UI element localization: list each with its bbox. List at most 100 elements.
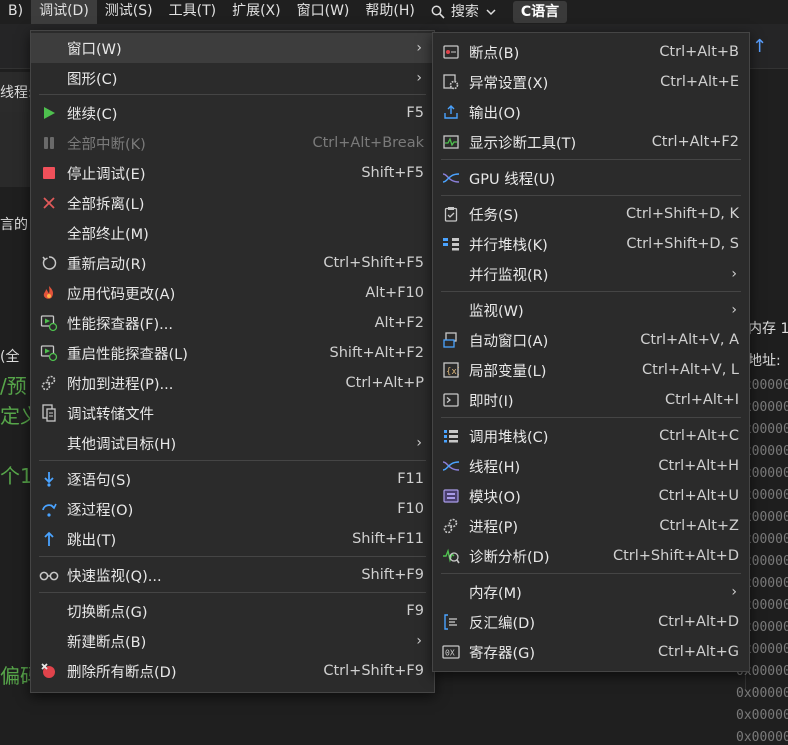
menu-item-registers[interactable]: 0X 寄存器(G) Ctrl+Alt+G [433,637,749,667]
menu-tools[interactable]: 工具(T) [161,0,224,24]
menu-item-other-debug-targets[interactable]: 其他调试目标(H) › [31,428,434,458]
menu-debug[interactable]: 调试(D) [31,0,97,24]
gears-icon [31,368,67,398]
breakpoints-window-icon [433,37,469,67]
parallel-stacks-icon [433,229,469,259]
menu-item-quick-watch[interactable]: 快速监视(Q)... Shift+F9 [31,560,434,590]
menu-item-detach-all[interactable]: 全部拆离(L) [31,188,434,218]
menu-item-diagnostic-analysis[interactable]: 诊断分析(D) Ctrl+Shift+Alt+D [433,541,749,571]
menu-item-window[interactable]: 窗口(W) › [31,33,434,63]
menu-item-call-stack[interactable]: 调用堆栈(C) Ctrl+Alt+C [433,421,749,451]
chevron-right-icon: › [731,584,737,600]
play-icon [31,98,67,128]
menu-item-processes[interactable]: 进程(P) Ctrl+Alt+Z [433,511,749,541]
memory-hex-row: 0x00000 [736,708,788,723]
menu-item-parallel-watch[interactable]: 并行监视(R) › [433,259,749,289]
menu-item-delete-all-breakpoints[interactable]: 删除所有断点(D) Ctrl+Shift+F9 [31,656,434,686]
menu-item-terminate-all[interactable]: 全部终止(M) [31,218,434,248]
modules-icon [433,481,469,511]
autos-icon [433,325,469,355]
menu-item-toggle-breakpoint[interactable]: 切换断点(G) F9 [31,596,434,626]
menu-test[interactable]: 测试(S) [97,0,161,24]
gears-icon [433,511,469,541]
menu-item-attach-to-process[interactable]: 附加到进程(P)... Ctrl+Alt+P [31,368,434,398]
profiler-icon [31,308,67,338]
side-panel [0,112,30,187]
menu-item-continue[interactable]: 继续(C) F5 [31,98,434,128]
left-fragment-1: 言的 [0,217,28,233]
hot-reload-icon [31,278,67,308]
pause-icon [31,128,67,158]
menu-item-stop-debugging[interactable]: 停止调试(E) Shift+F5 [31,158,434,188]
left-fragment-2: (全 [0,349,20,365]
menu-help[interactable]: 帮助(H) [357,0,422,24]
menu-window[interactable]: 窗口(W) [289,0,358,24]
stop-icon [31,158,67,188]
step-into-icon [31,464,67,494]
search-icon [431,5,445,19]
menu-item-output[interactable]: 输出(O) [433,97,749,127]
step-over-icon [31,494,67,524]
debug-menu: 窗口(W) › 图形(C) › 继续(C) F5 全部中断(K) Ctrl+Alt+Br… [30,30,435,693]
diagnostic-tools-icon [433,127,469,157]
menu-item-parallel-stacks[interactable]: 并行堆栈(K) Ctrl+Shift+D, S [433,229,749,259]
menu-item-threads[interactable]: 线程(H) Ctrl+Alt+H [433,451,749,481]
window-submenu: 断点(B) Ctrl+Alt+B 异常设置(X) Ctrl+Alt+E 输出(O) … [432,32,750,672]
arrow-up-icon[interactable]: ↑ [752,36,767,57]
menu-item-immediate[interactable]: 即时(I) Ctrl+Alt+I [433,385,749,415]
menu-item-restart[interactable]: 重新启动(R) Ctrl+Shift+F5 [31,248,434,278]
svg-text:{x}: {x} [446,367,459,377]
menu-item-watch[interactable]: 监视(W) › [433,295,749,325]
menu-item-graphics[interactable]: 图形(C) › [31,63,434,93]
menu-item-restart-profiler[interactable]: 重启性能探查器(L) Shift+Alt+F2 [31,338,434,368]
step-out-icon [31,524,67,554]
language-badge[interactable]: C语言 [512,1,568,23]
menu-build-fragment[interactable]: B) [0,0,31,24]
gpu-threads-icon [433,163,469,193]
code-line-3: 个1 [0,464,33,488]
close-icon [31,188,67,218]
menu-item-break-all[interactable]: 全部中断(K) Ctrl+Alt+Break [31,128,434,158]
restart-icon [31,248,67,278]
registers-icon: 0X [433,637,469,667]
immediate-icon [433,385,469,415]
code-line-1: /预 [0,374,27,398]
chevron-right-icon: › [731,266,737,282]
menu-item-tasks[interactable]: 任务(S) Ctrl+Shift+D, K [433,199,749,229]
menu-item-performance-profiler[interactable]: 性能探查器(F)... Alt+F2 [31,308,434,338]
menu-bar: B) 调试(D) 测试(S) 工具(T) 扩展(X) 窗口(W) 帮助(H) 搜… [0,0,788,24]
exception-settings-icon [433,67,469,97]
menu-item-disassembly[interactable]: 反汇编(D) Ctrl+Alt+D [433,607,749,637]
menu-item-breakpoints[interactable]: 断点(B) Ctrl+Alt+B [433,37,749,67]
menu-item-memory[interactable]: 内存(M) › [433,577,749,607]
clipboard-icon [433,199,469,229]
menu-item-new-breakpoint[interactable]: 新建断点(B) › [31,626,434,656]
menu-item-modules[interactable]: 模块(O) Ctrl+Alt+U [433,481,749,511]
menu-item-step-into[interactable]: 逐语句(S) F11 [31,464,434,494]
search-label: 搜索 [450,4,479,20]
glasses-icon [31,560,67,590]
menu-item-step-over[interactable]: 逐过程(O) F10 [31,494,434,524]
memory-hex-row: 0x00000 [736,686,788,701]
menu-item-debug-dump[interactable]: 调试转储文件 [31,398,434,428]
svg-text:0X: 0X [445,649,455,658]
menu-item-gpu-threads[interactable]: GPU 线程(U) [433,163,749,193]
menu-item-locals[interactable]: {x} 局部变量(L)Ctrl+Alt+V, L [433,355,749,385]
menu-item-exception-settings[interactable]: 异常设置(X) Ctrl+Alt+E [433,67,749,97]
disassembly-icon [433,607,469,637]
delete-breakpoints-icon [31,656,67,686]
menu-item-step-out[interactable]: 跳出(T) Shift+F11 [31,524,434,554]
chevron-down-icon [485,7,497,17]
dump-file-icon [31,398,67,428]
menu-item-diagnostic-tools[interactable]: 显示诊断工具(T) Ctrl+Alt+F2 [433,127,749,157]
menu-extensions[interactable]: 扩展(X) [224,0,289,24]
output-icon [433,97,469,127]
profiler-restart-icon [31,338,67,368]
memory-panel-title: 内存 1 [748,321,788,337]
search-menu[interactable]: 搜索 [423,0,505,24]
menu-item-apply-code-changes[interactable]: 应用代码更改(A) Alt+F10 [31,278,434,308]
diagnostic-analysis-icon [433,541,469,571]
chevron-right-icon: › [731,302,737,318]
menu-item-autos[interactable]: 自动窗口(A) Ctrl+Alt+V, A [433,325,749,355]
call-stack-icon [433,421,469,451]
